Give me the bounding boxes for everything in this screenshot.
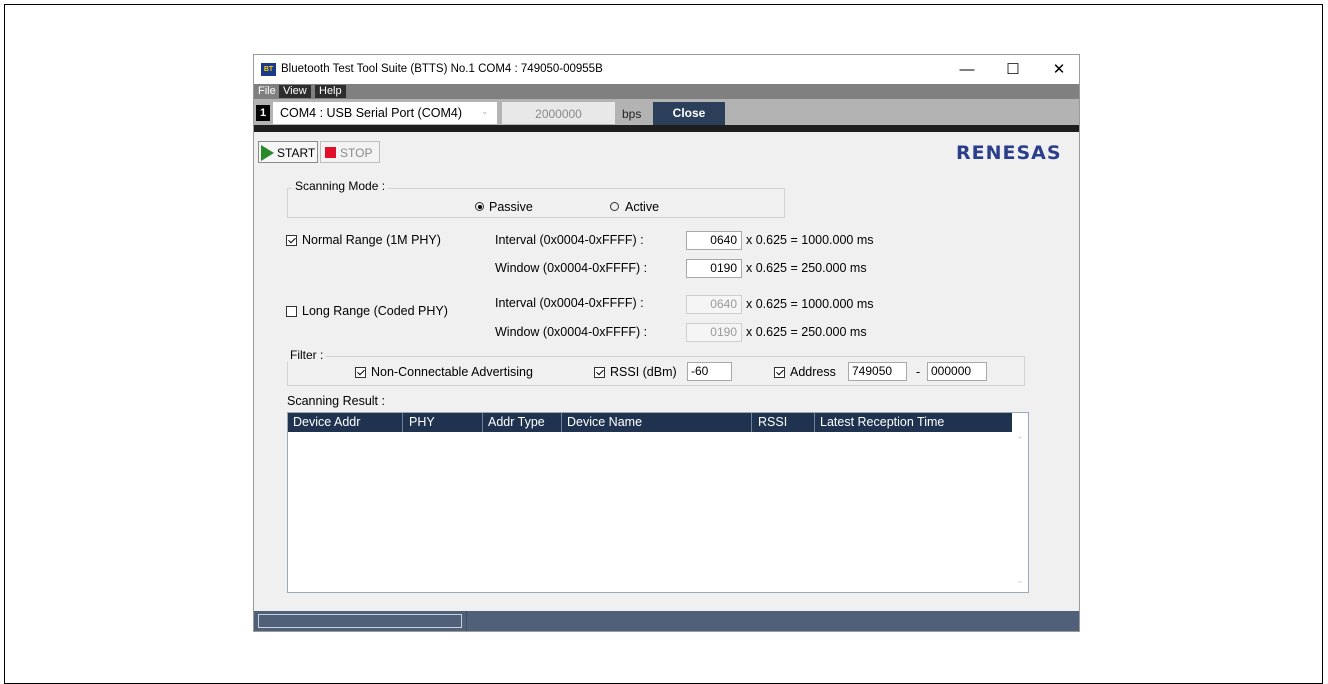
address-label: Address [790,365,836,379]
normal-interval-calc: x 0.625 = 1000.000 ms [746,233,874,247]
stop-icon [325,147,336,158]
address-start-input[interactable]: 749050 [848,362,907,381]
column-separator [814,413,815,432]
column-device-name[interactable]: Device Name [567,415,642,429]
port-bar-divider [254,125,1079,132]
window-title: Bluetooth Test Tool Suite (BTTS) No.1 CO… [281,63,603,75]
rssi-label: RSSI (dBm) [610,365,677,379]
minimize-button[interactable]: — [950,59,984,81]
menu-bar: File View Help [254,84,1079,99]
long-window-label: Window (0x0004-0xFFFF) : [495,325,648,339]
status-text-field [258,614,462,628]
renesas-logo: RENESAS [956,142,1062,164]
non-connectable-checkbox[interactable] [355,367,366,378]
column-device-addr[interactable]: Device Addr [293,415,360,429]
play-icon [261,145,274,161]
bluetooth-app-icon: BT [261,63,276,76]
long-interval-label: Interval (0x0004-0xFFFF) : [495,296,644,310]
port-bar: 1 COM4 : USB Serial Port (COM4) ⌄ 200000… [254,99,1079,125]
address-end-input[interactable]: 000000 [927,362,987,381]
status-separator [466,611,467,631]
active-radio[interactable] [610,202,619,211]
long-range-checkbox[interactable] [286,306,297,317]
active-label: Active [625,200,660,214]
passive-radio[interactable] [475,202,484,211]
rssi-input[interactable]: -60 [687,362,732,381]
column-separator [482,413,483,432]
normal-range-label: Normal Range (1M PHY) [302,233,441,247]
menu-help[interactable]: Help [315,85,346,98]
long-interval-input[interactable]: 0640 [686,295,742,314]
filter-title: Filter : [287,348,327,362]
column-separator [751,413,752,432]
scanning-mode-title: Scanning Mode : [292,179,389,193]
normal-interval-label: Interval (0x0004-0xFFFF) : [495,233,644,247]
normal-window-calc: x 0.625 = 250.000 ms [746,261,867,275]
scroll-up-icon[interactable]: ⌃ [1016,435,1024,446]
column-latest-reception-time[interactable]: Latest Reception Time [820,415,944,429]
stop-label: STOP [340,146,373,160]
passive-label: Passive [489,200,533,214]
scanning-result-table[interactable]: Device Addr PHY Addr Type Device Name RS… [287,412,1029,593]
status-bar [254,611,1079,631]
table-header: Device Addr PHY Addr Type Device Name RS… [288,413,1012,432]
close-port-button[interactable]: Close [653,102,725,125]
long-interval-calc: x 0.625 = 1000.000 ms [746,297,874,311]
chevron-down-icon: ⌄ [481,106,489,116]
title-bar[interactable]: BT Bluetooth Test Tool Suite (BTTS) No.1… [254,55,1079,84]
column-separator [402,413,403,432]
long-window-calc: x 0.625 = 250.000 ms [746,325,867,339]
menu-file[interactable]: File [254,85,280,98]
address-separator: - [916,365,921,379]
address-checkbox[interactable] [774,367,785,378]
long-range-label: Long Range (Coded PHY) [302,304,448,318]
start-label: START [277,146,316,160]
normal-window-label: Window (0x0004-0xFFFF) : [495,261,648,275]
scroll-down-icon[interactable]: ⌄ [1016,575,1024,586]
com-port-value: COM4 : USB Serial Port (COM4) [280,106,462,120]
vertical-scrollbar[interactable]: ⌃ ⌄ [1012,413,1028,592]
normal-interval-input[interactable]: 0640 [686,231,742,250]
normal-range-checkbox[interactable] [286,235,297,246]
close-window-button[interactable]: ✕ [1042,59,1076,81]
rssi-checkbox[interactable] [594,367,605,378]
column-separator [561,413,562,432]
column-addr-type[interactable]: Addr Type [488,415,545,429]
column-rssi[interactable]: RSSI [758,415,787,429]
normal-window-input[interactable]: 0190 [686,259,742,278]
com-port-select[interactable]: COM4 : USB Serial Port (COM4) ⌄ [273,102,497,124]
scanning-result-title: Scanning Result : [287,394,385,408]
app-window: BT Bluetooth Test Tool Suite (BTTS) No.1… [253,54,1080,632]
column-phy[interactable]: PHY [409,415,435,429]
baud-unit-label: bps [622,107,642,121]
port-number-badge: 1 [256,105,270,121]
maximize-button[interactable]: ☐ [996,59,1030,81]
start-button[interactable]: START [258,141,318,163]
long-window-input[interactable]: 0190 [686,323,742,342]
baud-rate-field[interactable]: 2000000 [502,102,615,124]
non-connectable-label: Non-Connectable Advertising [371,365,533,379]
baud-rate-value: 2000000 [535,107,582,121]
menu-view[interactable]: View [279,85,311,98]
stop-button[interactable]: STOP [320,141,380,163]
